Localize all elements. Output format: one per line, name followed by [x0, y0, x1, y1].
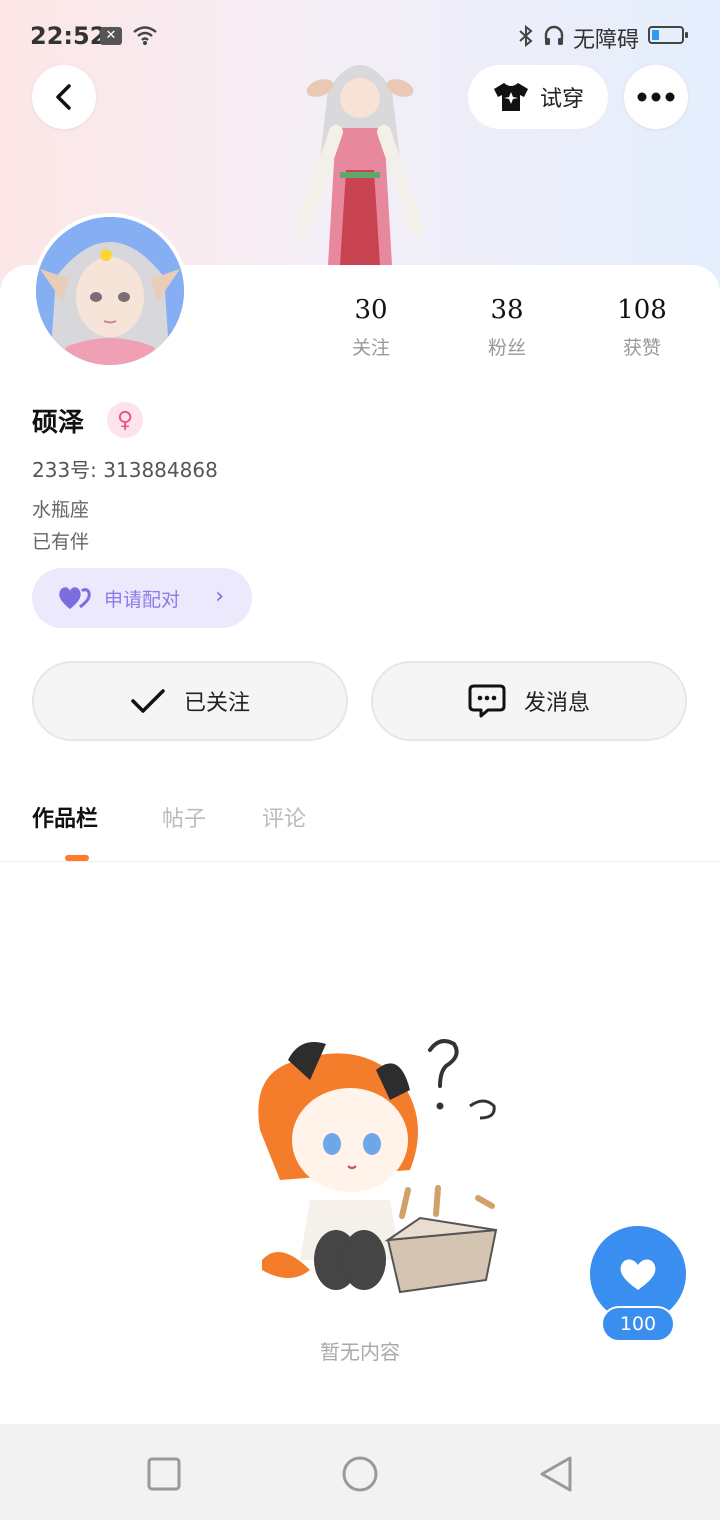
stat-following-label: 关注 [351, 337, 390, 359]
apply-match-button[interactable]: 申请配对 › [32, 568, 252, 628]
profile-zodiac: 水瓶座 [32, 499, 90, 521]
battery-level [652, 30, 659, 40]
send-message-label: 发消息 [523, 691, 590, 716]
status-time: 22:52 [30, 22, 107, 50]
stat-followers[interactable]: 38 粉丝 [447, 295, 567, 360]
chevron-right-icon: › [215, 584, 224, 609]
heart-icon [620, 1259, 656, 1290]
content-tabs: 作品栏 帖子 评论 [0, 795, 720, 862]
accessibility-label: 无障碍 [573, 28, 640, 53]
system-navigation-bar [0, 1424, 720, 1520]
send-message-button[interactable]: 发消息 [371, 661, 687, 741]
home-icon[interactable] [340, 1454, 380, 1494]
apply-match-label: 申请配对 [104, 588, 181, 611]
more-dots-icon [637, 92, 675, 102]
stat-likes-label: 获赞 [622, 337, 661, 359]
notification-icon: ✕ [100, 27, 122, 45]
tab-comments[interactable]: 评论 [262, 801, 306, 833]
stat-followers-count: 38 [490, 295, 524, 325]
back-button[interactable] [32, 65, 96, 129]
try-on-label: 试穿 [539, 87, 584, 112]
followed-label: 已关注 [183, 691, 250, 716]
profile-name: 硕泽 [32, 408, 85, 438]
stat-followers-label: 粉丝 [487, 337, 526, 359]
double-heart-icon [59, 587, 91, 609]
like-count: 100 [601, 1306, 675, 1342]
chevron-left-icon [56, 84, 71, 110]
profile-relationship: 已有伴 [32, 531, 90, 553]
headphones-icon [544, 25, 564, 45]
avatar[interactable] [32, 213, 188, 369]
checkmark-icon [131, 689, 165, 713]
followed-button[interactable]: 已关注 [32, 661, 348, 741]
avatar-image [36, 217, 184, 365]
stat-likes-count: 108 [617, 295, 667, 325]
profile-uid[interactable]: 233号: 313884868 [32, 454, 218, 483]
female-gender-icon: ♀ [107, 402, 143, 438]
recent-apps-icon[interactable] [144, 1454, 184, 1494]
battery-icon [648, 26, 688, 44]
stat-likes[interactable]: 108 获赞 [582, 295, 702, 360]
try-on-button[interactable]: 试穿 [468, 65, 608, 129]
empty-state-illustration [258, 1039, 498, 1294]
active-tab-indicator [65, 855, 89, 861]
bluetooth-icon [519, 24, 533, 48]
tshirt-icon [493, 83, 528, 111]
chat-bubble-icon [468, 684, 506, 718]
wifi-icon [133, 26, 157, 45]
tab-works[interactable]: 作品栏 [32, 801, 98, 833]
back-icon[interactable] [536, 1454, 576, 1494]
character-3d-model [295, 65, 425, 265]
tab-posts[interactable]: 帖子 [162, 801, 206, 833]
stat-following[interactable]: 30 关注 [311, 295, 431, 360]
stat-following-count: 30 [354, 295, 388, 325]
more-options-button[interactable] [624, 65, 688, 129]
